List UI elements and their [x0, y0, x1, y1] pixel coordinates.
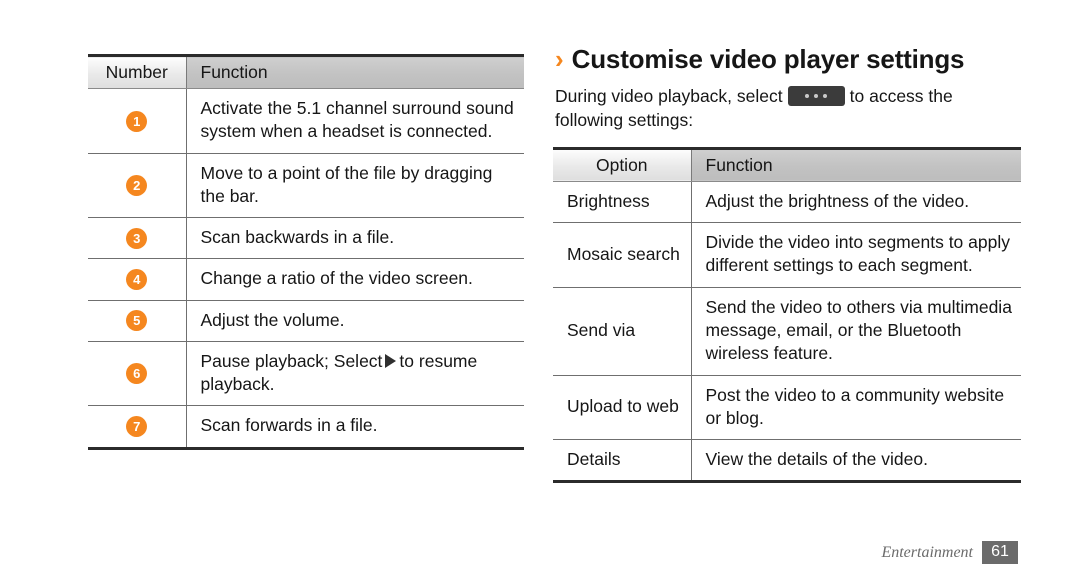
table-row: 7 Scan forwards in a file. — [88, 405, 524, 450]
row-function-cell: Post the video to a community website or… — [690, 375, 1021, 441]
row-number-cell: 1 — [88, 88, 186, 154]
column-header-option: Option — [553, 146, 691, 182]
video-player-controls-table: Number Function 1 Activate the 5.1 chann… — [88, 54, 524, 450]
table-row: Mosaic search Divide the video into segm… — [553, 222, 1021, 288]
table-row: 4 Change a ratio of the video screen. — [88, 258, 524, 301]
number-badge: 7 — [126, 416, 148, 438]
number-badge: 2 — [126, 175, 148, 197]
row-option-cell: Upload to web — [553, 375, 691, 441]
row-option-cell: Mosaic search — [553, 222, 691, 288]
column-header-function: Function — [690, 146, 1021, 182]
number-badge: 4 — [126, 269, 148, 291]
function-text-before-icon: Pause playback; Select — [200, 350, 383, 371]
table-row: Send via Send the video to others via mu… — [553, 287, 1021, 376]
table-header-row: Number Function — [88, 54, 524, 89]
footer-chapter-label: Entertainment — [881, 543, 973, 561]
row-function-cell: Move to a point of the file by dragging … — [185, 153, 524, 219]
table-row: Upload to web Post the video to a commun… — [553, 375, 1021, 441]
row-option-cell: Send via — [553, 287, 691, 376]
row-number-cell: 5 — [88, 300, 186, 342]
row-function-cell: Pause playback; Select to resume playback… — [185, 341, 524, 407]
table-header-row: Option Function — [553, 146, 1021, 182]
row-function-cell: Adjust the volume. — [185, 300, 524, 342]
section-heading: › Customise video player settings — [555, 44, 1021, 75]
column-header-function: Function — [185, 54, 524, 89]
dot-1 — [804, 94, 809, 98]
row-function-cell: Activate the 5.1 channel surround sound … — [185, 88, 524, 154]
row-function-cell: Adjust the brightness of the video. — [690, 181, 1021, 224]
row-number-cell: 7 — [88, 405, 186, 450]
row-number-cell: 3 — [88, 217, 186, 260]
row-function-cell: Send the video to others via multimedia … — [690, 287, 1021, 376]
row-function-cell: Divide the video into segments to apply … — [690, 222, 1021, 288]
table-row: Brightness Adjust the brightness of the … — [553, 181, 1021, 224]
number-badge: 6 — [126, 363, 148, 385]
row-number-cell: 4 — [88, 258, 186, 301]
left-column: Number Function 1 Activate the 5.1 chann… — [88, 54, 524, 450]
video-player-settings-table: Option Function Brightness Adjust the br… — [553, 146, 1021, 484]
chevron-right-icon: › — [555, 44, 563, 74]
column-header-number: Number — [88, 54, 186, 89]
dot-2 — [813, 94, 818, 98]
intro-text-before-icon: During video playback, select — [555, 86, 783, 106]
row-number-cell: 2 — [88, 153, 186, 219]
table-row: 6 Pause playback; Select to resume playba… — [88, 341, 524, 407]
row-function-cell: Change a ratio of the video screen. — [185, 258, 524, 301]
row-function-cell: View the details of the video. — [690, 439, 1021, 484]
number-badge: 1 — [126, 110, 148, 132]
number-badge: 5 — [126, 310, 148, 332]
options-dots-button-icon — [787, 86, 845, 106]
page-footer: Entertainment 61 — [881, 541, 1018, 564]
dot-3 — [822, 94, 827, 98]
row-function-cell: Scan backwards in a file. — [185, 217, 524, 260]
table-row: 3 Scan backwards in a file. — [88, 217, 524, 260]
page-number-badge: 61 — [982, 541, 1018, 564]
intro-paragraph: During video playback, select to access t… — [555, 85, 1015, 133]
page-title: Customise video player settings — [571, 44, 965, 74]
right-column: › Customise video player settings During… — [553, 44, 1021, 484]
row-number-cell: 6 — [88, 341, 186, 407]
number-badge: 3 — [126, 227, 148, 249]
table-row: 5 Adjust the volume. — [88, 300, 524, 342]
row-option-cell: Details — [553, 439, 691, 484]
table-row: 2 Move to a point of the file by draggin… — [88, 153, 524, 219]
table-row: 1 Activate the 5.1 channel surround soun… — [88, 88, 524, 154]
row-function-cell: Scan forwards in a file. — [185, 405, 524, 450]
play-icon — [385, 353, 397, 368]
table-row: Details View the details of the video. — [553, 439, 1021, 484]
row-option-cell: Brightness — [553, 181, 691, 224]
